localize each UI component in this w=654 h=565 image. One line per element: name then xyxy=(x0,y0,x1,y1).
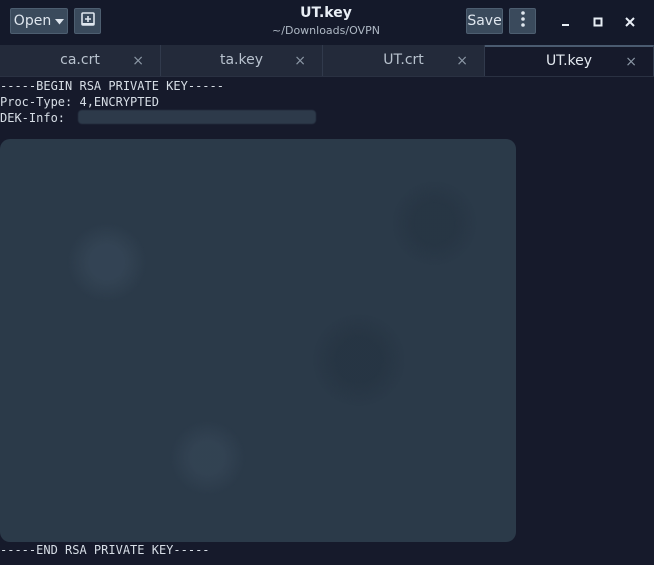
header-bar: Open UT.key ~/Downloads/OVPN Save xyxy=(0,0,654,45)
tab-close-icon[interactable]: × xyxy=(456,53,468,69)
redacted-dek-value xyxy=(78,110,316,124)
tab-ut-key[interactable]: UT.key × xyxy=(485,45,654,76)
minimize-icon xyxy=(561,12,571,31)
save-button-label: Save xyxy=(467,13,502,29)
new-document-button[interactable] xyxy=(74,8,101,34)
redacted-key-body xyxy=(0,139,516,542)
key-begin-line: -----BEGIN RSA PRIVATE KEY----- xyxy=(0,79,224,93)
tab-close-icon[interactable]: × xyxy=(294,53,306,69)
proc-type-line: Proc-Type: 4,ENCRYPTED xyxy=(0,95,159,109)
text-editor-area[interactable]: -----BEGIN RSA PRIVATE KEY----- Proc-Typ… xyxy=(0,77,654,565)
minimize-button[interactable] xyxy=(556,11,576,31)
tab-ut-crt[interactable]: UT.crt × xyxy=(323,45,485,76)
save-button[interactable]: Save xyxy=(466,8,503,34)
tab-bar: ca.crt × ta.key × UT.crt × UT.key × xyxy=(0,45,654,77)
chevron-down-icon xyxy=(55,13,65,29)
menu-button[interactable] xyxy=(509,8,536,34)
new-document-icon xyxy=(80,12,95,30)
window-title: UT.key xyxy=(300,5,352,21)
title-area: UT.key ~/Downloads/OVPN xyxy=(200,4,452,38)
maximize-button[interactable] xyxy=(588,11,608,31)
window-subtitle: ~/Downloads/OVPN xyxy=(272,24,380,37)
tab-close-icon[interactable]: × xyxy=(625,54,637,70)
close-button[interactable] xyxy=(620,11,640,31)
text-editor-window: Open UT.key ~/Downloads/OVPN Save ca.crt… xyxy=(0,0,654,565)
open-button[interactable]: Open xyxy=(10,8,68,34)
maximize-icon xyxy=(593,12,603,31)
kebab-menu-icon xyxy=(520,11,525,31)
close-icon xyxy=(625,12,635,31)
tab-ca-crt[interactable]: ca.crt × xyxy=(0,45,161,76)
open-button-label: Open xyxy=(13,13,52,29)
tab-ta-key[interactable]: ta.key × xyxy=(161,45,323,76)
key-end-line: -----END RSA PRIVATE KEY----- xyxy=(0,543,210,557)
dek-info-line: DEK-Info: xyxy=(0,111,66,125)
tab-close-icon[interactable]: × xyxy=(132,53,144,69)
